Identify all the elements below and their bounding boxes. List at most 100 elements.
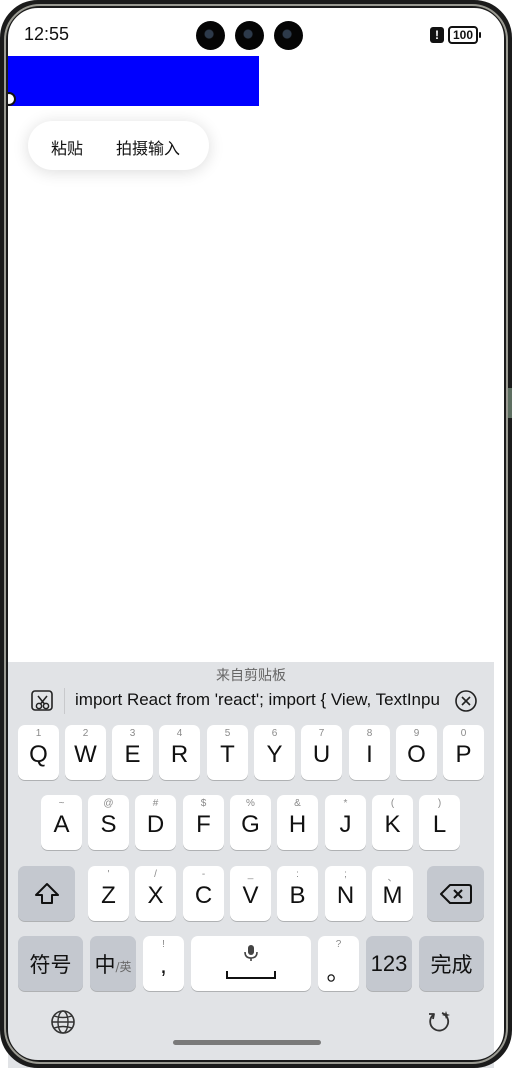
key-hint: :: [296, 869, 299, 880]
key-hint: *: [343, 798, 348, 809]
key-hint: ;: [344, 869, 347, 880]
key-hint: 9: [413, 728, 420, 739]
key-hint: 2: [82, 728, 89, 739]
shift-key[interactable]: [18, 866, 75, 921]
status-time: 12:55: [24, 24, 70, 44]
key-v[interactable]: _ V: [230, 866, 271, 921]
key-hint: ~: [58, 798, 65, 809]
key-label: H: [288, 811, 307, 838]
key-label: B: [289, 882, 306, 909]
key-label: V: [242, 882, 259, 909]
numbers-key[interactable]: 123: [366, 936, 412, 991]
language-toggle-key[interactable]: 中/英: [90, 936, 136, 991]
key-hint: _: [247, 869, 254, 880]
key-label: Z: [101, 882, 116, 909]
key-label: M: [382, 882, 403, 909]
backspace-key[interactable]: [427, 866, 484, 921]
side-button: [508, 388, 512, 418]
key-l[interactable]: ) L: [419, 795, 460, 850]
camera-lens-icon: [274, 21, 303, 50]
key-f[interactable]: $ F: [183, 795, 224, 850]
numbers-key-label: 123: [370, 950, 408, 976]
key-d[interactable]: # D: [135, 795, 176, 850]
symbols-key[interactable]: 符号: [18, 936, 83, 991]
language-main-label: 中: [94, 952, 116, 977]
key-k[interactable]: ( K: [372, 795, 413, 850]
key-s[interactable]: @ S: [88, 795, 129, 850]
comma-key[interactable]: ! ,: [143, 936, 184, 991]
key-t[interactable]: 5 T: [207, 725, 248, 780]
key-label: S: [100, 811, 117, 838]
key-hint: 0: [460, 728, 467, 739]
key-label: C: [194, 882, 213, 909]
key-m[interactable]: 、 M: [372, 866, 413, 921]
key-label: Q: [29, 741, 48, 768]
battery-icon: 100: [447, 26, 482, 44]
key-n[interactable]: ; N: [325, 866, 366, 921]
selected-text-view[interactable]: [8, 56, 259, 106]
key-label: T: [220, 741, 235, 768]
key-b[interactable]: : B: [277, 866, 318, 921]
key-label: E: [124, 741, 141, 768]
key-hint: 6: [271, 728, 278, 739]
key-label: N: [336, 882, 355, 909]
close-circle-icon[interactable]: [454, 689, 478, 713]
symbols-key-label: 符号: [29, 952, 72, 977]
key-label: ,: [160, 952, 167, 979]
scissors-clipboard-icon[interactable]: [30, 689, 54, 713]
key-label: G: [241, 811, 260, 838]
key-hint: !: [162, 939, 165, 950]
key-o[interactable]: 9 O: [396, 725, 437, 780]
key-a[interactable]: ~ A: [41, 795, 82, 850]
phone-screen: 12:55 ! 100 粘贴 拍摄输入 来自剪贴板 import React f…: [0, 0, 512, 1068]
clipboard-suggestion[interactable]: import React from 'react'; import { View…: [75, 690, 439, 710]
key-hint: @: [103, 798, 114, 809]
key-label: R: [170, 741, 189, 768]
camera-input-menu-item[interactable]: 拍摄输入: [116, 135, 180, 159]
key-hint: 1: [35, 728, 42, 739]
key-hint: (: [390, 798, 395, 809]
key-label: D: [146, 811, 165, 838]
home-indicator[interactable]: [173, 1040, 321, 1045]
key-h[interactable]: & H: [277, 795, 318, 850]
microphone-icon: [244, 945, 258, 961]
front-cameras: [196, 21, 303, 50]
refresh-sparkle-icon[interactable]: [425, 1008, 453, 1036]
key-z[interactable]: ' Z: [88, 866, 129, 921]
key-p[interactable]: 0 P: [443, 725, 484, 780]
key-r[interactable]: 4 R: [159, 725, 200, 780]
space-bar-icon: [226, 971, 276, 979]
key-u[interactable]: 7 U: [301, 725, 342, 780]
selection-handle[interactable]: [2, 92, 16, 106]
key-w[interactable]: 2 W: [65, 725, 106, 780]
key-y[interactable]: 6 Y: [254, 725, 295, 780]
key-g[interactable]: % G: [230, 795, 271, 850]
key-label: Y: [266, 741, 283, 768]
key-label: W: [74, 741, 97, 768]
space-key[interactable]: [191, 936, 311, 991]
key-c[interactable]: - C: [183, 866, 224, 921]
text-context-menu: 粘贴 拍摄输入: [28, 121, 209, 170]
globe-icon[interactable]: [49, 1008, 77, 1036]
key-q[interactable]: 1 Q: [18, 725, 59, 780]
done-key[interactable]: 完成: [419, 936, 484, 991]
key-hint: &: [294, 798, 301, 809]
key-x[interactable]: / X: [135, 866, 176, 921]
key-label: A: [53, 811, 70, 838]
key-hint: ': [107, 869, 110, 880]
key-label: J: [339, 811, 352, 838]
key-label: 。: [326, 959, 351, 986]
period-key[interactable]: ? 。: [318, 936, 359, 991]
key-hint: 7: [318, 728, 325, 739]
key-hint: %: [246, 798, 255, 809]
key-j[interactable]: * J: [325, 795, 366, 850]
paste-menu-item[interactable]: 粘贴: [51, 135, 83, 159]
key-i[interactable]: 8 I: [349, 725, 390, 780]
key-label: O: [407, 741, 426, 768]
key-e[interactable]: 3 E: [112, 725, 153, 780]
key-label: K: [384, 811, 401, 838]
key-label: I: [366, 741, 373, 768]
key-hint: ?: [335, 939, 342, 950]
backspace-icon: [439, 883, 472, 904]
key-label: X: [147, 882, 164, 909]
